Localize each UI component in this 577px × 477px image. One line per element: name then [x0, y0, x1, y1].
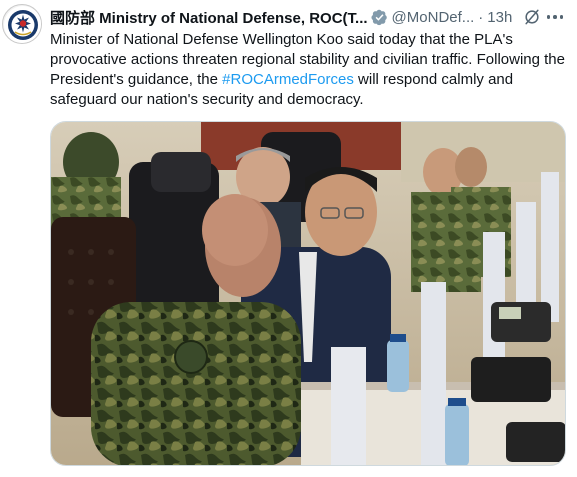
separator-dot: · — [478, 8, 484, 26]
grok-icon[interactable] — [522, 7, 542, 27]
ministry-emblem-icon — [4, 6, 41, 43]
avatar[interactable] — [2, 4, 42, 44]
more-icon[interactable] — [546, 7, 563, 27]
tweet-text: Minister of National Defense Wellington … — [50, 30, 565, 110]
timestamp[interactable]: 13h — [487, 9, 512, 26]
tweet-header: 國防部 Ministry of National Defense, ROC(T.… — [50, 7, 563, 27]
tweet-photo[interactable] — [50, 121, 566, 466]
hashtag-link[interactable]: #ROCArmedForces — [222, 71, 354, 88]
meeting-photo — [51, 122, 565, 465]
author-handle[interactable]: @MoNDef... — [392, 9, 475, 26]
verified-badge-icon — [371, 9, 387, 25]
author-name[interactable]: 國防部 Ministry of National Defense, ROC(T.… — [50, 7, 368, 28]
tweet-card[interactable]: 國防部 Ministry of National Defense, ROC(T.… — [0, 0, 577, 477]
